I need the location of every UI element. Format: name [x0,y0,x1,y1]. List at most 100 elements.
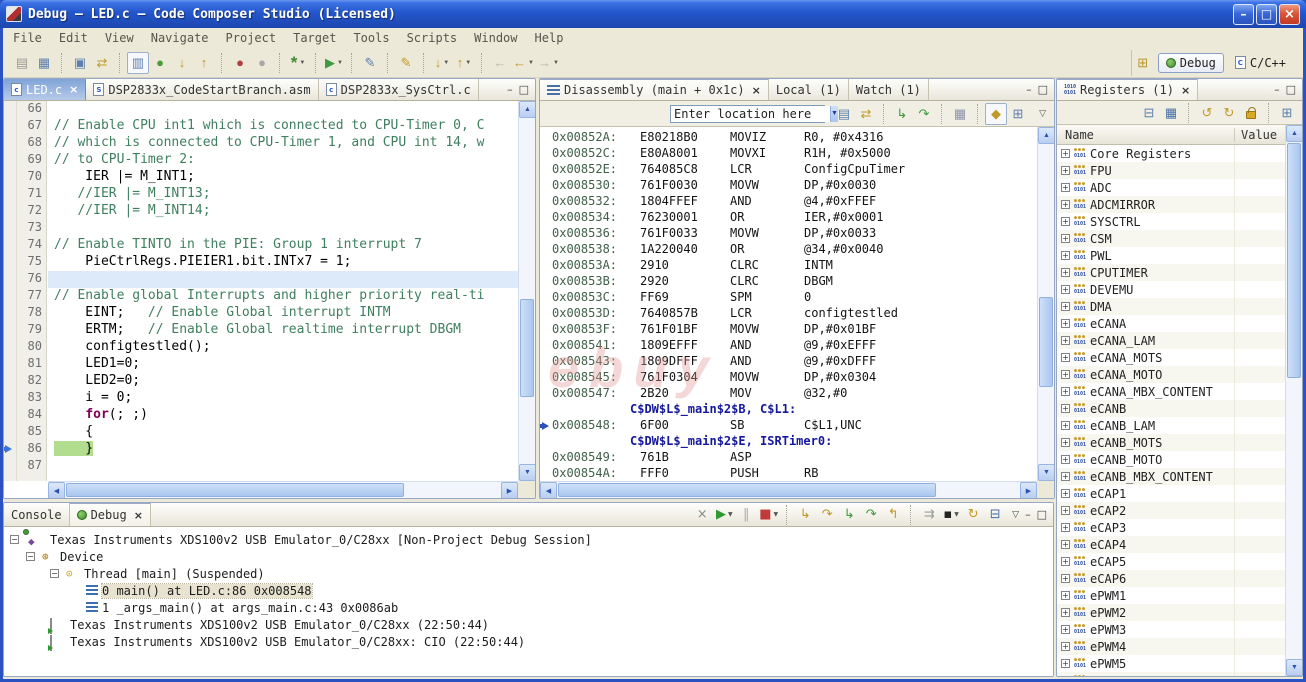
show-source-icon[interactable]: ▤ [833,103,855,125]
debug-tree-row[interactable]: −◆Texas Instruments XDS100v2 USB Emulato… [4,532,1053,549]
expand-icon[interactable]: + [1061,659,1070,668]
expand-icon[interactable]: + [1061,183,1070,192]
scroll-thumb[interactable] [520,299,534,397]
register-row[interactable]: +●●●0101eCANA_MBX_CONTENT [1057,383,1285,400]
expand-icon[interactable]: + [1061,319,1070,328]
code-line[interactable]: configtestled(); [48,339,518,356]
scroll-thumb[interactable] [1039,297,1053,387]
expand-icon[interactable]: + [1061,251,1070,260]
register-row[interactable]: +●●●0101eCANB_MOTO [1057,451,1285,468]
scroll-up-icon[interactable]: ▲ [519,101,536,118]
refresh-icon[interactable]: ⇄ [855,103,877,125]
debug-tree-row[interactable]: −⊙Thread [main] (Suspended) [4,566,1053,583]
debug-tree-row[interactable]: Texas Instruments XDS100v2 USB Emulator_… [4,634,1053,651]
menu-file[interactable]: File [13,31,42,45]
code-line[interactable]: ERTM; // Enable Global realtime interrup… [48,322,518,339]
collapse-icon[interactable]: − [26,552,35,561]
expand-icon[interactable]: + [1061,489,1070,498]
register-row[interactable]: +●●●0101CPUTIMER [1057,264,1285,281]
code-line[interactable]: LED1=0; [48,356,518,373]
menu-navigate[interactable]: Navigate [151,31,209,45]
expand-icon[interactable]: + [1061,200,1070,209]
registers-vscrollbar[interactable]: ▲ ▼ [1285,125,1302,676]
register-row[interactable]: +●●●0101eCAP6 [1057,570,1285,587]
expand-icon[interactable]: + [1061,472,1070,481]
register-row[interactable]: +●●●0101eCANA_MOTS [1057,349,1285,366]
minimize-view-icon[interactable]: – [507,83,513,96]
register-row[interactable]: +●●●0101eCANB_LAM [1057,417,1285,434]
disasm-row[interactable]: 0x00854A:FFF0PUSHRB [540,466,1037,481]
close-icon[interactable]: × [752,84,761,97]
expand-icon[interactable]: + [1061,523,1070,532]
search-icon[interactable]: ✎ [359,52,381,74]
code-line[interactable]: // Enable TINTO in the PIE: Group 1 inte… [48,237,518,254]
register-row[interactable]: +●●●0101ePWM6 [1057,672,1285,676]
expand-icon[interactable]: + [1061,421,1070,430]
dropdown-arrow-icon[interactable]: ▼ [528,60,534,66]
expand-icon[interactable]: + [1061,540,1070,549]
editor-hscrollbar[interactable]: ◀ ▶ [48,481,518,498]
last-edit-location-icon[interactable]: ↓▼ [431,52,453,74]
close-icon[interactable]: × [69,83,78,96]
step-into-asm-icon[interactable]: ↳ [891,103,913,125]
step-over-icon[interactable]: ↷ [816,504,838,526]
register-row[interactable]: +●●●0101eCAP2 [1057,502,1285,519]
terminate-icon[interactable]: ■▼ [757,504,780,526]
maximize-view-icon[interactable]: □ [1037,508,1047,521]
register-row[interactable]: +●●●0101eCANA [1057,315,1285,332]
breakpoint-disabled-icon[interactable]: ● [251,52,273,74]
expand-icon[interactable]: + [1061,438,1070,447]
load-symbols-icon[interactable]: ↑ [193,52,215,74]
dropdown-arrow-icon[interactable]: ▼ [465,60,471,66]
scroll-thumb[interactable] [558,483,936,497]
tab-disassembly[interactable]: Disassembly (main + 0x1c) × [540,79,769,100]
menu-view[interactable]: View [105,31,134,45]
register-row[interactable]: +●●●0101ePWM2 [1057,604,1285,621]
new-view-icon[interactable]: ⊞ [1007,103,1029,125]
expand-icon[interactable]: + [1061,387,1070,396]
code-line[interactable]: //IER |= M_INT13; [48,186,518,203]
debug-tree-row[interactable]: Texas Instruments XDS100v2 USB Emulator_… [4,617,1053,634]
code-line[interactable]: { [48,424,518,441]
code-line[interactable]: for(; ;) [48,407,518,424]
disasm-row[interactable]: 0x008530:761F0030MOVWDP,#0x0030 [540,178,1037,194]
step-over-asm-icon[interactable]: ↷ [860,504,882,526]
refresh-icon[interactable]: ↻ [962,504,984,526]
disasm-row[interactable]: 0x00853C:FF69SPM0 [540,290,1037,306]
code-area[interactable]: // Enable CPU int1 which is connected to… [48,101,518,481]
refresh-all-icon[interactable]: ↻ [1218,102,1240,124]
expand-icon[interactable]: + [1061,642,1070,651]
collapse-all-icon[interactable]: ⊟ [1138,102,1160,124]
view-menu-icon[interactable]: ▽ [1012,510,1019,520]
scroll-up-icon[interactable]: ▲ [1286,125,1303,142]
back-disabled-icon[interactable]: ← [489,52,511,74]
debug-tree-row[interactable]: 1 _args_main() at args_main.c:43 0x0086a… [4,600,1053,617]
disasm-row[interactable]: 0x00853F:761F01BFMOVWDP,#0x01BF [540,322,1037,338]
disasm-row[interactable]: 0x00852A:E80218B0MOVIZR0, #0x4316 [540,130,1037,146]
register-row[interactable]: +●●●0101ePWM3 [1057,621,1285,638]
menu-target[interactable]: Target [293,31,336,45]
tab-registers[interactable]: 10100101 Registers (1) × [1057,79,1198,100]
code-line[interactable]: i = 0; [48,390,518,407]
code-line[interactable]: PieCtrlRegs.PIEIER1.bit.INTx7 = 1; [48,254,518,271]
disasm-row[interactable]: 0x008536:761F0033MOVWDP,#0x0033 [540,226,1037,242]
disasm-row[interactable]: 0x008549:761BASP [540,450,1037,466]
maximize-view-icon[interactable]: □ [1038,83,1048,96]
code-line[interactable] [48,101,518,118]
expand-icon[interactable]: + [1061,370,1070,379]
expand-icon[interactable]: + [1061,353,1070,362]
register-row[interactable]: +●●●0101eCANA_LAM [1057,332,1285,349]
disasm-row[interactable]: 0x00853A:2910CLRCINTM [540,258,1037,274]
register-row[interactable]: +●●●0101SYSCTRL [1057,213,1285,230]
menu-help[interactable]: Help [535,31,564,45]
disasm-row[interactable]: 0x008547:2B20MOV@32,#0 [540,386,1037,402]
lock-icon[interactable] [1240,102,1262,124]
register-row[interactable]: +●●●0101eCAP3 [1057,519,1285,536]
step-over-asm-icon[interactable]: ↷ [913,103,935,125]
step-into-asm-icon[interactable]: ↳ [838,504,860,526]
close-button[interactable]: × [1279,4,1300,25]
code-line[interactable]: EINT; // Enable Global interrupt INTM [48,305,518,322]
disasm-row[interactable]: C$DW$L$_main$2$B, C$L1: [540,402,1037,418]
view-menu-icon[interactable]: ▽ [1039,108,1054,119]
debug-view-icon[interactable]: ▥ [127,52,149,74]
